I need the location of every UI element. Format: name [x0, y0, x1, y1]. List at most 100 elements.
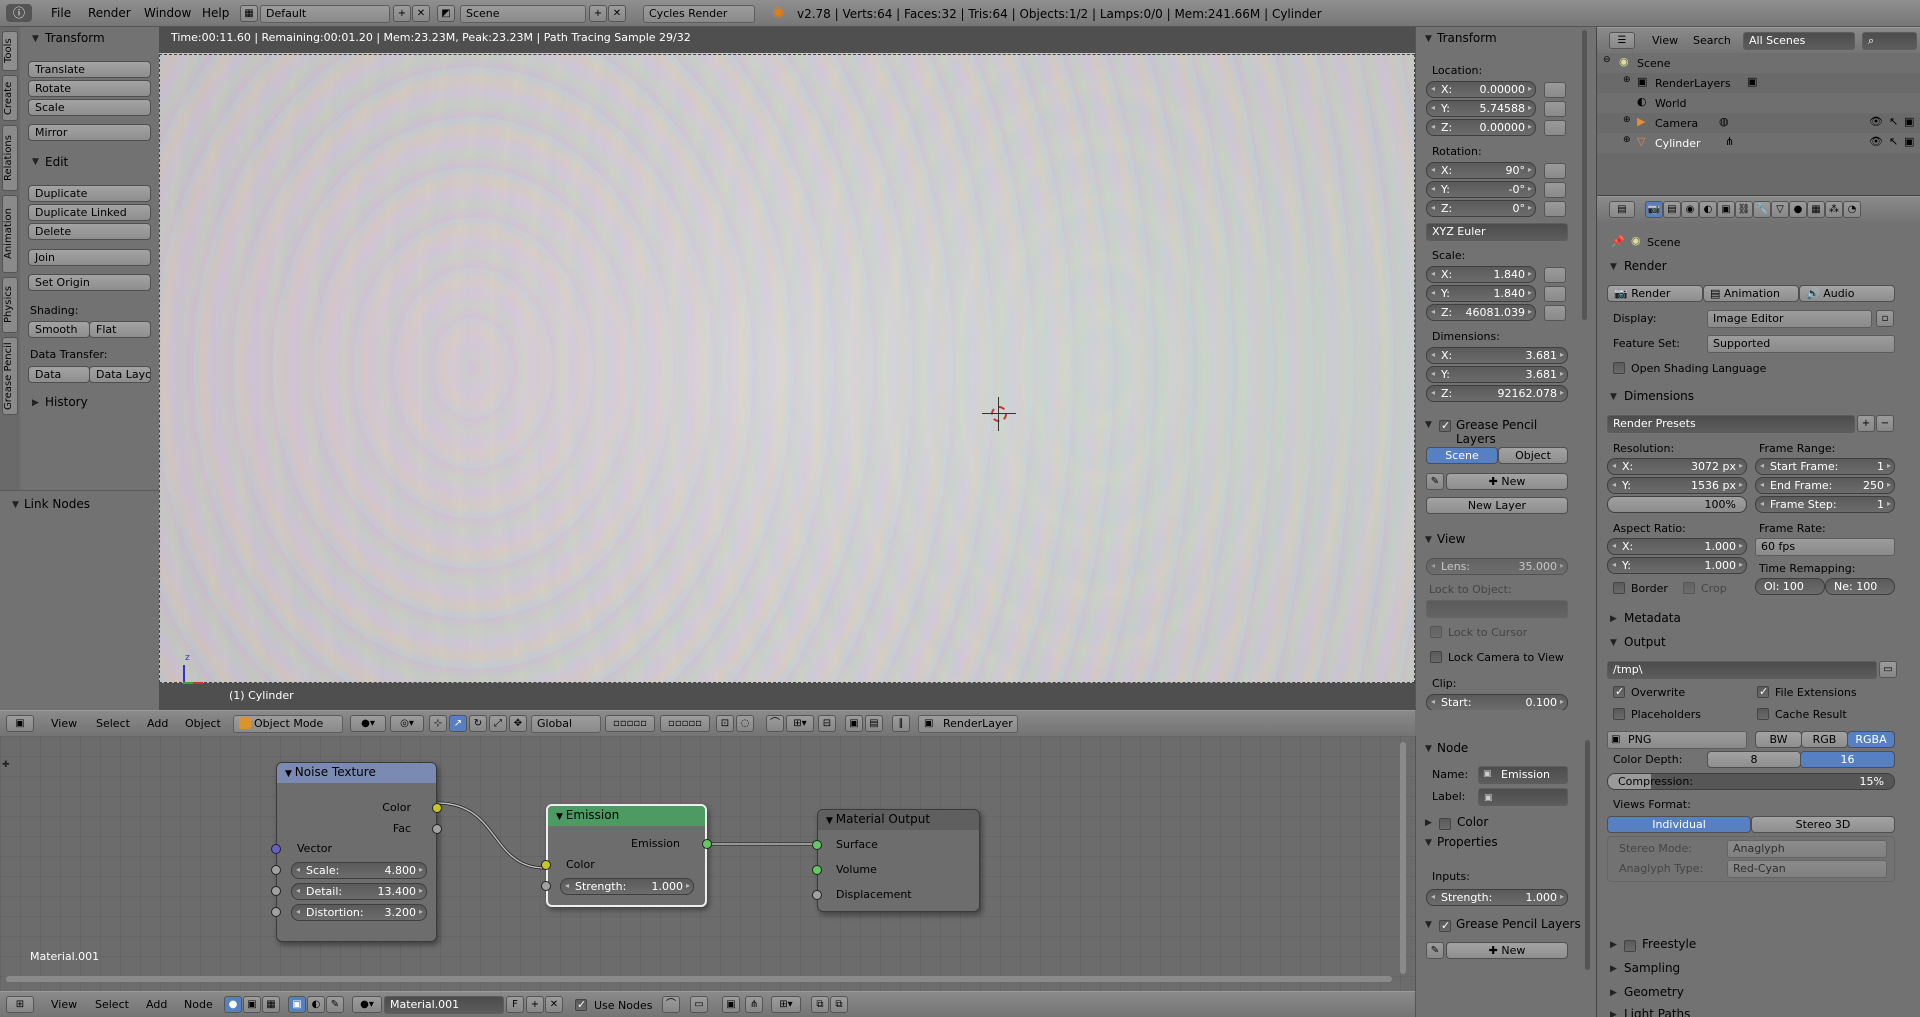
material-browse-icon[interactable]: ●▾	[352, 996, 382, 1013]
rotation-mode-select[interactable]: XYZ Euler	[1426, 223, 1568, 241]
node-editor-vscrollbar[interactable]	[1400, 742, 1406, 974]
viewport-shading-icon[interactable]: ●▾	[350, 715, 386, 732]
expand-icon[interactable]: ⊕	[1623, 135, 1631, 145]
object-shader-icon[interactable]: ▣	[288, 996, 306, 1013]
scale-x-field[interactable]: ◂ X: 1.840 ▸	[1426, 266, 1536, 283]
scale-button[interactable]: Scale	[28, 99, 151, 116]
cursor-select-icon[interactable]: ↖	[1889, 135, 1898, 148]
output-node-header[interactable]: ▼ Material Output	[818, 810, 979, 830]
render-window-icon[interactable]: ▫	[1876, 310, 1894, 327]
eye-icon[interactable]: 👁	[1869, 135, 1883, 148]
collapse-triangle-icon[interactable]: ▼	[1425, 535, 1432, 545]
clip-start-field[interactable]: ◂ Start: 0.100 ▸	[1426, 694, 1568, 710]
metadata-panel-title[interactable]: Metadata	[1624, 611, 1681, 625]
gp-scene-tab[interactable]: Scene	[1426, 447, 1498, 464]
node-color-checkbox[interactable]	[1439, 818, 1451, 830]
node-panel-scrollbar[interactable]	[1585, 740, 1590, 970]
paste-nodes-icon[interactable]: ⧉	[830, 996, 848, 1013]
3d-cursor-icon[interactable]	[982, 397, 1016, 431]
lock-icon[interactable]	[1544, 286, 1566, 302]
menu-view[interactable]: View	[51, 717, 77, 730]
stereo-mode-select[interactable]: Anaglyph	[1727, 840, 1887, 858]
menu-object[interactable]: Object	[185, 717, 221, 730]
eye-icon[interactable]: 👁	[1869, 115, 1883, 128]
texture-tab-icon[interactable]: ▦	[1807, 201, 1825, 218]
link-nodes-title[interactable]: Link Nodes	[24, 497, 90, 511]
resolution-y-field[interactable]: ◂ Y: 1536 px ▸	[1607, 477, 1747, 494]
lock-camera-checkbox[interactable]	[1430, 651, 1442, 663]
audio-button[interactable]: 🔊 Audio	[1799, 285, 1895, 302]
fake-user-button[interactable]: F	[506, 996, 524, 1013]
location-y-field[interactable]: ◂ Y: 5.74588 ▸	[1426, 100, 1536, 117]
pause-render-icon[interactable]: ∥	[892, 715, 910, 732]
light-paths-panel-title[interactable]: Light Paths	[1624, 1007, 1690, 1017]
editor-type-icon[interactable]: ⊞	[6, 996, 34, 1013]
noise-scale-field[interactable]: ◂ Scale: 4.800 ▸	[291, 862, 427, 879]
file-format-select[interactable]: PNG	[1607, 731, 1747, 749]
outliner-search-field[interactable]: ⌕	[1862, 32, 1917, 50]
sampling-panel-title[interactable]: Sampling	[1624, 961, 1680, 975]
remove-preset-icon[interactable]: −	[1876, 415, 1894, 432]
data-button[interactable]: Data	[28, 366, 90, 383]
node-label-field[interactable]: ▣	[1478, 788, 1568, 806]
collapse-triangle-icon[interactable]: ▼	[826, 816, 836, 826]
rgba-button[interactable]: RGBA	[1847, 731, 1895, 748]
flat-button[interactable]: Flat	[89, 321, 151, 338]
viewport-3d[interactable]: Time:00:11.60 | Remaining:00:01.20 | Mem…	[159, 27, 1415, 710]
feature-set-select[interactable]: Supported	[1707, 335, 1895, 353]
aspect-x-field[interactable]: ◂ X: 1.000 ▸	[1607, 538, 1747, 555]
add-preset-icon[interactable]: +	[1857, 415, 1875, 432]
tab-relations[interactable]: Relations	[2, 125, 18, 191]
editor-type-icon[interactable]: ▣	[6, 715, 34, 732]
remap-old-field[interactable]: Ol: 100	[1755, 578, 1825, 595]
output-path-field[interactable]: /tmp\	[1607, 661, 1877, 679]
render-tab-icon[interactable]: 📷	[1645, 201, 1663, 218]
stereo3d-button[interactable]: Stereo 3D	[1751, 816, 1895, 833]
emission-strength-field[interactable]: ◂ Strength: 1.000 ▸	[560, 878, 694, 895]
resolution-percent-field[interactable]: 100%	[1607, 496, 1747, 513]
expand-triangle-icon[interactable]: ▶	[32, 398, 39, 408]
snap-element-icon[interactable]: ▭	[690, 996, 708, 1013]
tab-tools[interactable]: Tools	[2, 31, 18, 71]
use-nodes-checkbox[interactable]	[575, 998, 587, 1011]
compositing-nodes-icon[interactable]: ▣	[243, 996, 261, 1013]
noise-detail-field[interactable]: ◂ Detail: 13.400 ▸	[291, 883, 427, 900]
emission-node[interactable]: ▼ Emission Emission Color ◂ Strength: 1.00…	[541, 804, 712, 907]
material-name-field[interactable]: Material.001	[384, 996, 504, 1014]
edit-panel-title[interactable]: Edit	[45, 155, 68, 169]
compression-slider[interactable]: Compression: 15%	[1607, 773, 1895, 790]
layers-grid-2-icon[interactable]: ▫▫▫▫▫	[660, 715, 710, 732]
freestyle-panel-title[interactable]: Freestyle	[1642, 937, 1696, 951]
transform-panel-title[interactable]: Transform	[45, 31, 105, 45]
noise-fac-socket[interactable]	[432, 824, 442, 834]
scene-field[interactable]: Scene	[460, 5, 586, 23]
remove-scene-icon[interactable]: ✕	[608, 5, 626, 22]
dimensions-z-field[interactable]: ◂ Z: 92162.078 ▸	[1426, 385, 1568, 402]
expand-icon[interactable]: ⊕	[1623, 115, 1631, 125]
properties-panel-title[interactable]: Properties	[1437, 835, 1498, 849]
noise-vector-socket[interactable]	[271, 844, 281, 854]
render-engine-select[interactable]: Cycles Render	[643, 5, 755, 23]
expand-triangle-icon[interactable]: ▶	[1610, 940, 1617, 950]
lock-icon[interactable]	[1544, 201, 1566, 217]
translate-button[interactable]: Translate	[28, 61, 151, 78]
lock-icon[interactable]	[1544, 163, 1566, 179]
frame-rate-select[interactable]: 60 fps	[1755, 538, 1895, 556]
collapse-triangle-icon[interactable]: ▼	[1610, 638, 1617, 648]
tab-create[interactable]: Create	[2, 75, 18, 121]
render-icon[interactable]: ▣	[1904, 115, 1914, 128]
particles-tab-icon[interactable]: ⁂	[1825, 201, 1843, 218]
overwrite-checkbox[interactable]	[1613, 685, 1625, 698]
mirror-button[interactable]: Mirror	[28, 124, 151, 141]
collapse-triangle-icon[interactable]: ▼	[1610, 262, 1617, 272]
bw-button[interactable]: BW	[1755, 731, 1802, 748]
manipulator-translate-icon[interactable]: ↗	[449, 715, 467, 732]
remap-new-field[interactable]: Ne: 100	[1825, 578, 1895, 595]
rotation-z-field[interactable]: ◂ Z: 0° ▸	[1426, 200, 1536, 217]
outliner-row-world[interactable]: ◐ World	[1597, 93, 1920, 113]
location-x-field[interactable]: ◂ X: 0.00000 ▸	[1426, 81, 1536, 98]
collapse-triangle-icon[interactable]: ▼	[32, 157, 39, 167]
outliner-menu-search[interactable]: Search	[1693, 34, 1731, 47]
expand-triangle-icon[interactable]: ▶	[1425, 818, 1432, 828]
rotate-button[interactable]: Rotate	[28, 80, 151, 97]
